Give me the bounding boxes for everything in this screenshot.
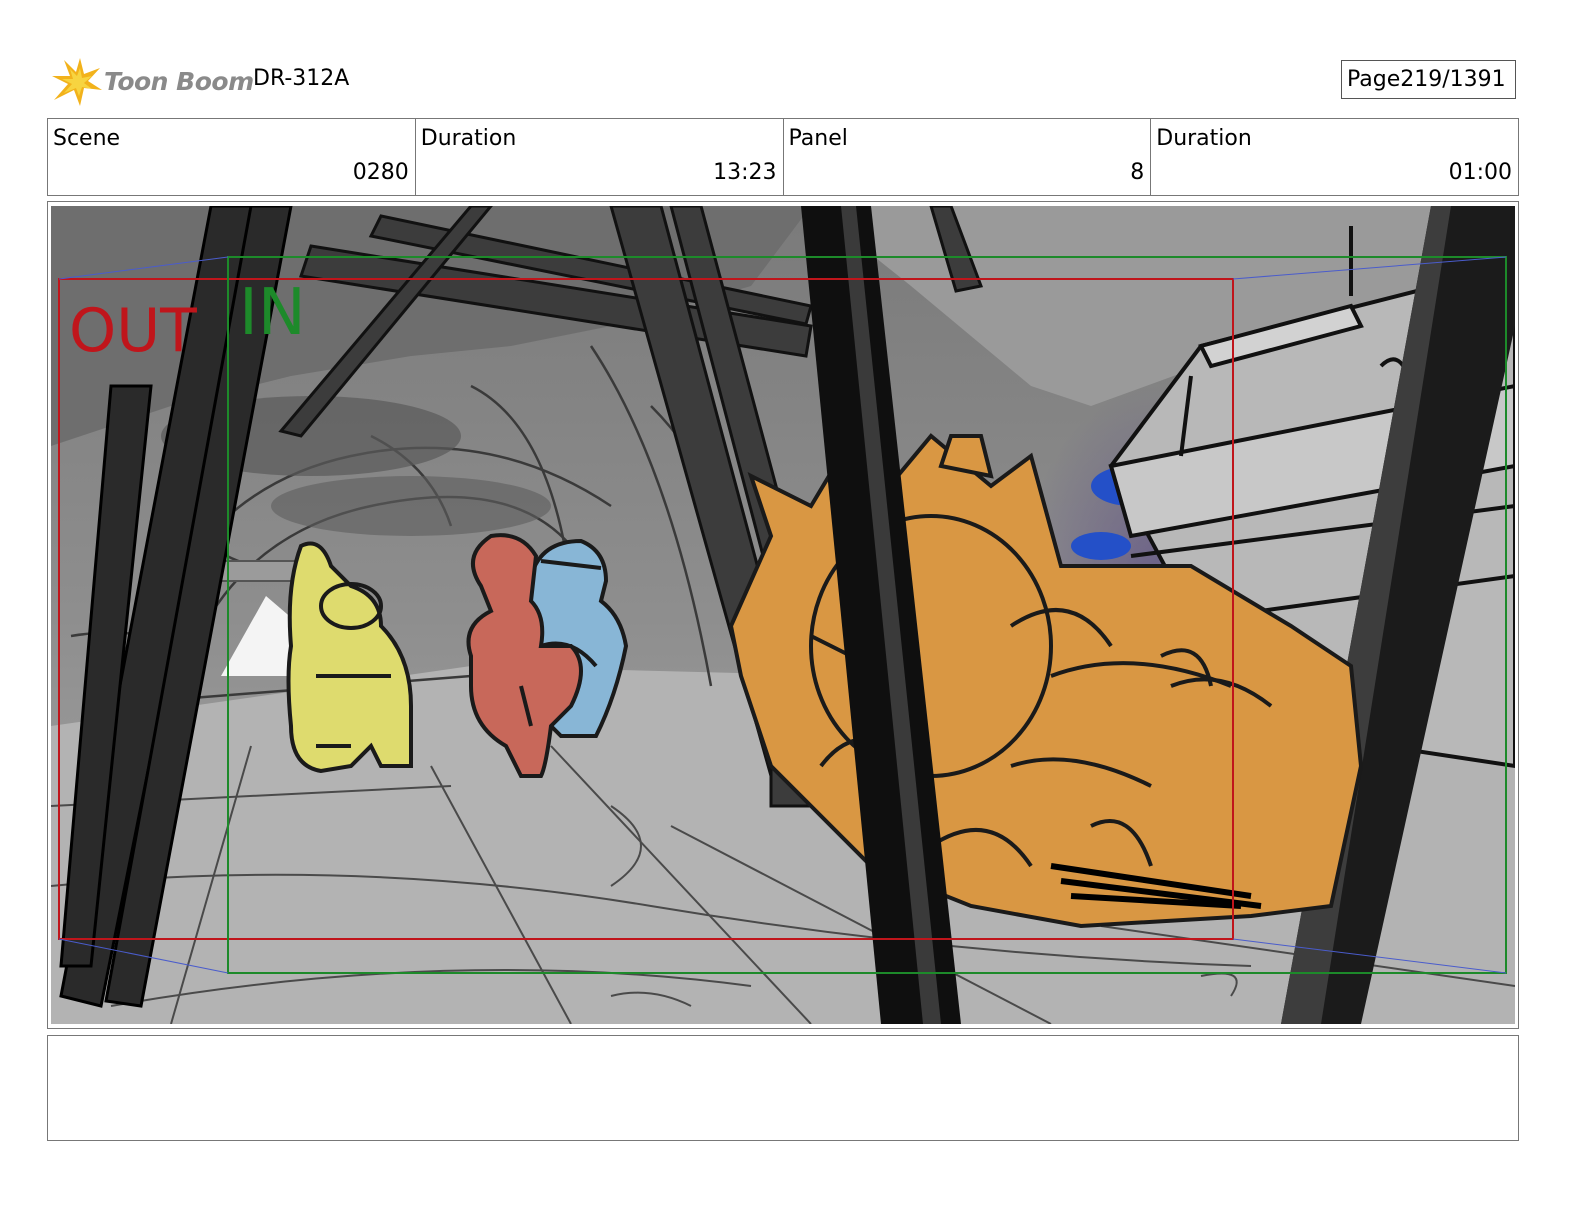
panel-duration-label: Duration [1156, 126, 1252, 151]
scene-value: 0280 [352, 160, 409, 185]
panel-value: 8 [1130, 160, 1145, 185]
scene-duration-label: Duration [420, 126, 517, 151]
document-id: DR-312A [253, 66, 350, 91]
toon-boom-logo: Toon Boom [50, 54, 254, 108]
page-number: 219/1391 [1400, 67, 1506, 92]
panel-info-table: Scene 0280 Duration 13:23 Panel 8 Durati… [47, 118, 1519, 196]
wall-smudge [271, 476, 551, 536]
panel-notes-box [47, 1035, 1519, 1141]
scene-cell: Scene 0280 [48, 119, 416, 195]
panel-duration-value: 01:00 [1448, 160, 1512, 185]
scene-duration-cell: Duration 13:23 [416, 119, 784, 195]
page-indicator: Page 219/1391 [1341, 60, 1516, 99]
panel-duration-cell: Duration 01:00 [1151, 119, 1518, 195]
blue-object [1071, 532, 1131, 560]
panel-label: Panel [788, 126, 848, 151]
out-marker: OUT [69, 296, 197, 366]
panel-cell: Panel 8 [784, 119, 1152, 195]
page-label: Page [1347, 67, 1401, 92]
storyboard-page: Toon Boom DR-312A Page 219/1391 Scene 02… [0, 0, 1584, 1224]
starburst-icon [52, 58, 102, 106]
in-marker: IN [239, 276, 306, 350]
scene-label: Scene [53, 126, 121, 151]
storyboard-panel-image: OUT IN [51, 206, 1515, 1024]
scene-duration-value: 13:23 [713, 160, 777, 185]
logo-text: Toon Boom [104, 66, 254, 96]
